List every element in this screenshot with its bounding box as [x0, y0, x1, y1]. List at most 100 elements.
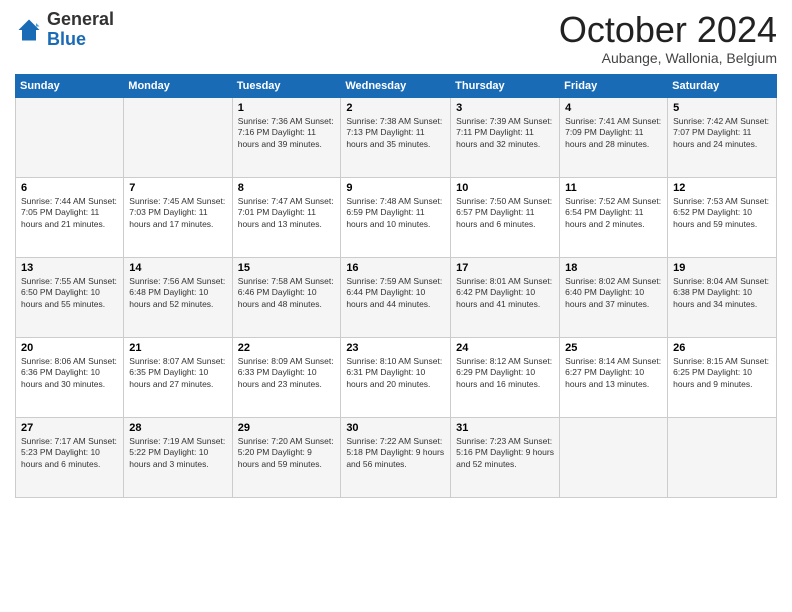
calendar-cell	[668, 417, 777, 497]
header: General Blue October 2024 Aubange, Wallo…	[15, 10, 777, 66]
calendar-cell: 14Sunrise: 7:56 AM Sunset: 6:48 PM Dayli…	[124, 257, 232, 337]
day-info: Sunrise: 7:36 AM Sunset: 7:16 PM Dayligh…	[238, 116, 336, 150]
calendar-cell: 3Sunrise: 7:39 AM Sunset: 7:11 PM Daylig…	[451, 97, 560, 177]
day-number: 13	[21, 262, 118, 274]
calendar-cell: 1 Sunrise: 7:36 AM Sunset: 7:16 PM Daylig…	[232, 97, 341, 177]
day-info: Sunrise: 7:56 AM Sunset: 6:48 PM Dayligh…	[129, 276, 226, 310]
day-info: Sunrise: 7:50 AM Sunset: 6:57 PM Dayligh…	[456, 196, 554, 230]
day-number: 2	[346, 102, 445, 114]
day-number: 7	[129, 182, 226, 194]
day-info: Sunrise: 7:19 AM Sunset: 5:22 PM Dayligh…	[129, 436, 226, 470]
calendar-cell: 17 Sunrise: 8:01 AM Sunset: 6:42 PM Dayli…	[451, 257, 560, 337]
column-header-thursday: Thursday	[451, 74, 560, 97]
calendar-cell: 29 Sunrise: 7:20 AM Sunset: 5:20 PM Dayli…	[232, 417, 341, 497]
day-number: 28	[129, 422, 226, 434]
day-number: 21	[129, 342, 226, 354]
calendar-cell: 9Sunrise: 7:48 AM Sunset: 6:59 PM Daylig…	[341, 177, 451, 257]
calendar-cell	[124, 97, 232, 177]
calendar-cell: 7 Sunrise: 7:45 AM Sunset: 7:03 PM Daylig…	[124, 177, 232, 257]
location-subtitle: Aubange, Wallonia, Belgium	[559, 50, 777, 66]
day-number: 1	[238, 102, 336, 114]
column-header-friday: Friday	[560, 74, 668, 97]
calendar-week-3: 13 Sunrise: 7:55 AM Sunset: 6:50 PM Dayli…	[16, 257, 777, 337]
calendar-week-5: 27 Sunrise: 7:17 AM Sunset: 5:23 PM Dayli…	[16, 417, 777, 497]
calendar-cell: 27 Sunrise: 7:17 AM Sunset: 5:23 PM Dayli…	[16, 417, 124, 497]
day-number: 17	[456, 262, 554, 274]
day-number: 3	[456, 102, 554, 114]
calendar-cell	[16, 97, 124, 177]
day-info: Sunrise: 7:38 AM Sunset: 7:13 PM Dayligh…	[346, 116, 445, 150]
calendar-cell: 19Sunrise: 8:04 AM Sunset: 6:38 PM Dayli…	[668, 257, 777, 337]
day-number: 8	[238, 182, 336, 194]
day-info: Sunrise: 7:42 AM Sunset: 7:07 PM Dayligh…	[673, 116, 771, 150]
day-number: 23	[346, 342, 445, 354]
day-number: 6	[21, 182, 118, 194]
day-info: Sunrise: 7:58 AM Sunset: 6:46 PM Dayligh…	[238, 276, 336, 310]
day-info: Sunrise: 7:20 AM Sunset: 5:20 PM Dayligh…	[238, 436, 336, 470]
day-info: Sunrise: 7:22 AM Sunset: 5:18 PM Dayligh…	[346, 436, 445, 470]
calendar-cell: 16Sunrise: 7:59 AM Sunset: 6:44 PM Dayli…	[341, 257, 451, 337]
day-number: 22	[238, 342, 336, 354]
calendar-cell: 21 Sunrise: 8:07 AM Sunset: 6:35 PM Dayli…	[124, 337, 232, 417]
day-number: 4	[565, 102, 662, 114]
calendar-cell: 23 Sunrise: 8:10 AM Sunset: 6:31 PM Dayli…	[341, 337, 451, 417]
day-number: 24	[456, 342, 554, 354]
day-info: Sunrise: 7:44 AM Sunset: 7:05 PM Dayligh…	[21, 196, 118, 230]
logo-text: General Blue	[47, 10, 114, 50]
day-number: 25	[565, 342, 662, 354]
day-number: 19	[673, 262, 771, 274]
logo-icon	[15, 16, 43, 44]
calendar-header-row: SundayMondayTuesdayWednesdayThursdayFrid…	[16, 74, 777, 97]
calendar-cell: 6 Sunrise: 7:44 AM Sunset: 7:05 PM Daylig…	[16, 177, 124, 257]
day-info: Sunrise: 7:41 AM Sunset: 7:09 PM Dayligh…	[565, 116, 662, 150]
day-number: 10	[456, 182, 554, 194]
column-header-sunday: Sunday	[16, 74, 124, 97]
page: General Blue October 2024 Aubange, Wallo…	[0, 0, 792, 612]
column-header-wednesday: Wednesday	[341, 74, 451, 97]
day-info: Sunrise: 8:06 AM Sunset: 6:36 PM Dayligh…	[21, 356, 118, 390]
calendar-cell: 22Sunrise: 8:09 AM Sunset: 6:33 PM Dayli…	[232, 337, 341, 417]
calendar-cell: 13 Sunrise: 7:55 AM Sunset: 6:50 PM Dayli…	[16, 257, 124, 337]
column-header-saturday: Saturday	[668, 74, 777, 97]
day-number: 30	[346, 422, 445, 434]
calendar-cell: 2 Sunrise: 7:38 AM Sunset: 7:13 PM Daylig…	[341, 97, 451, 177]
day-number: 16	[346, 262, 445, 274]
day-info: Sunrise: 8:02 AM Sunset: 6:40 PM Dayligh…	[565, 276, 662, 310]
logo-general: General	[47, 9, 114, 29]
day-info: Sunrise: 7:55 AM Sunset: 6:50 PM Dayligh…	[21, 276, 118, 310]
column-header-monday: Monday	[124, 74, 232, 97]
day-info: Sunrise: 7:23 AM Sunset: 5:16 PM Dayligh…	[456, 436, 554, 470]
calendar-table: SundayMondayTuesdayWednesdayThursdayFrid…	[15, 74, 777, 498]
day-info: Sunrise: 7:17 AM Sunset: 5:23 PM Dayligh…	[21, 436, 118, 470]
calendar-week-1: 1 Sunrise: 7:36 AM Sunset: 7:16 PM Daylig…	[16, 97, 777, 177]
calendar-cell: 4 Sunrise: 7:41 AM Sunset: 7:09 PM Daylig…	[560, 97, 668, 177]
day-info: Sunrise: 8:07 AM Sunset: 6:35 PM Dayligh…	[129, 356, 226, 390]
column-header-tuesday: Tuesday	[232, 74, 341, 97]
day-number: 27	[21, 422, 118, 434]
calendar-cell: 11 Sunrise: 7:52 AM Sunset: 6:54 PM Dayli…	[560, 177, 668, 257]
day-number: 15	[238, 262, 336, 274]
day-info: Sunrise: 8:12 AM Sunset: 6:29 PM Dayligh…	[456, 356, 554, 390]
calendar-cell: 25Sunrise: 8:14 AM Sunset: 6:27 PM Dayli…	[560, 337, 668, 417]
calendar-cell: 31Sunrise: 7:23 AM Sunset: 5:16 PM Dayli…	[451, 417, 560, 497]
calendar-cell: 20 Sunrise: 8:06 AM Sunset: 6:36 PM Dayli…	[16, 337, 124, 417]
calendar-cell: 5 Sunrise: 7:42 AM Sunset: 7:07 PM Daylig…	[668, 97, 777, 177]
day-number: 29	[238, 422, 336, 434]
logo: General Blue	[15, 10, 114, 50]
day-info: Sunrise: 7:52 AM Sunset: 6:54 PM Dayligh…	[565, 196, 662, 230]
calendar-cell: 30 Sunrise: 7:22 AM Sunset: 5:18 PM Dayli…	[341, 417, 451, 497]
calendar-week-2: 6 Sunrise: 7:44 AM Sunset: 7:05 PM Daylig…	[16, 177, 777, 257]
day-number: 12	[673, 182, 771, 194]
day-info: Sunrise: 7:48 AM Sunset: 6:59 PM Dayligh…	[346, 196, 445, 230]
day-number: 20	[21, 342, 118, 354]
day-number: 5	[673, 102, 771, 114]
day-number: 11	[565, 182, 662, 194]
calendar-cell: 15 Sunrise: 7:58 AM Sunset: 6:46 PM Dayli…	[232, 257, 341, 337]
calendar-week-4: 20 Sunrise: 8:06 AM Sunset: 6:36 PM Dayli…	[16, 337, 777, 417]
calendar-cell: 18Sunrise: 8:02 AM Sunset: 6:40 PM Dayli…	[560, 257, 668, 337]
calendar-cell: 10 Sunrise: 7:50 AM Sunset: 6:57 PM Dayli…	[451, 177, 560, 257]
calendar-cell	[560, 417, 668, 497]
day-info: Sunrise: 8:10 AM Sunset: 6:31 PM Dayligh…	[346, 356, 445, 390]
day-info: Sunrise: 8:01 AM Sunset: 6:42 PM Dayligh…	[456, 276, 554, 310]
day-info: Sunrise: 7:45 AM Sunset: 7:03 PM Dayligh…	[129, 196, 226, 230]
